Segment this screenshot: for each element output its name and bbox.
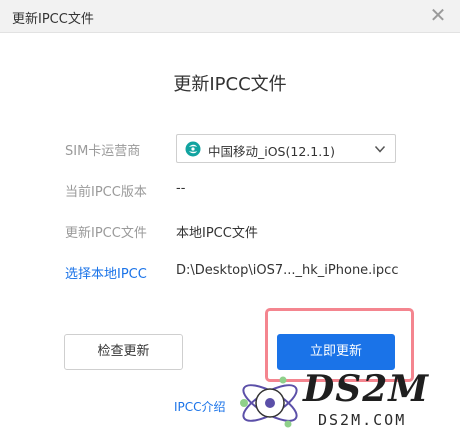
carrier-select-value: 中国移动_iOS(12.1.1) [208, 144, 336, 159]
ipcc-file-value: 本地IPCC文件 [176, 226, 258, 241]
window-title: 更新IPCC文件 [12, 12, 94, 27]
chevron-down-icon [374, 145, 386, 153]
current-version-label: 当前IPCC版本 [65, 185, 147, 200]
dialog-heading: 更新IPCC文件 [173, 74, 287, 95]
ipcc-intro-link[interactable]: IPCC介绍 [174, 398, 226, 415]
watermark-logo-icon [240, 376, 298, 428]
close-icon[interactable]: ✕ [428, 4, 448, 26]
check-update-button[interactable]: 检查更新 [64, 334, 183, 370]
carrier-select[interactable]: 中国移动_iOS(12.1.1) [176, 134, 396, 163]
ipcc-file-label: 更新IPCC文件 [65, 226, 147, 241]
file-path-value: D:\Desktop\iOS7..._hk_iPhone.ipcc [176, 263, 399, 278]
watermark-brand: DS2M [303, 368, 430, 410]
title-bar: 更新IPCC文件 ✕ [0, 0, 460, 33]
choose-local-ipcc-link[interactable]: 选择本地IPCC [65, 263, 147, 282]
sim-carrier-label: SIM卡运营商 [65, 144, 141, 159]
watermark-url: DS2M.COM [318, 411, 407, 429]
current-version-value: -- [176, 181, 186, 196]
china-mobile-logo-icon [185, 141, 201, 157]
update-now-button[interactable]: 立即更新 [277, 334, 395, 370]
